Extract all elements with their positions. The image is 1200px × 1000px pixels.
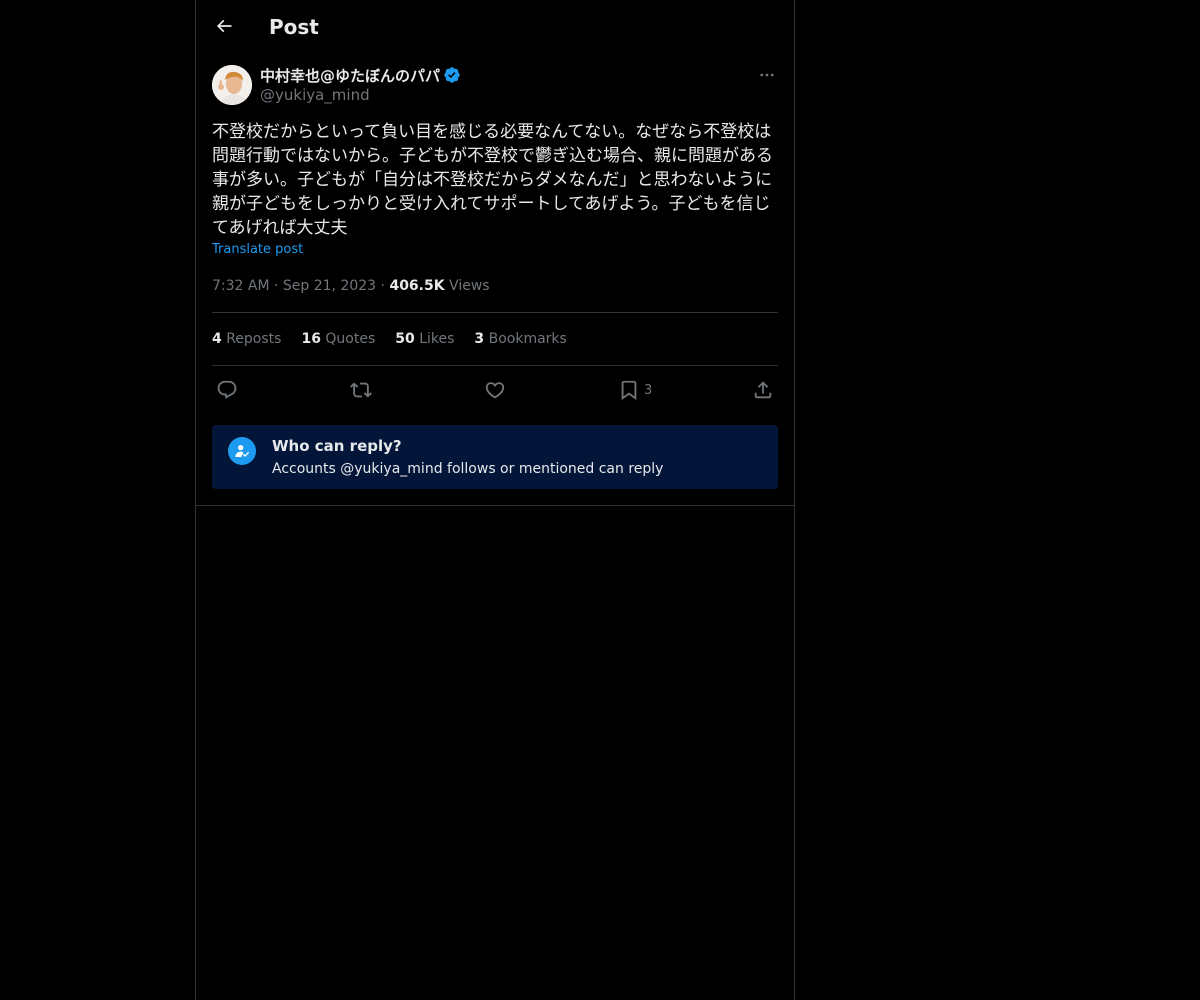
- share-button[interactable]: [752, 374, 774, 406]
- bookmarks-count: 3: [474, 331, 485, 347]
- translate-post-link[interactable]: Translate post: [212, 242, 303, 257]
- avatar-image: [212, 65, 252, 105]
- meta-separator: ·: [274, 278, 279, 294]
- repost-icon: [350, 382, 372, 398]
- user-check-icon: [235, 445, 250, 457]
- action-bar: 3: [212, 374, 778, 406]
- verified-badge-icon[interactable]: [443, 66, 461, 84]
- heart-icon: [485, 382, 505, 399]
- more-icon: [760, 73, 774, 77]
- views-count: 406.5K: [389, 278, 445, 294]
- quotes-stat[interactable]: 16 Quotes: [301, 329, 375, 349]
- arrow-left-icon: [216, 19, 232, 33]
- post: 中村幸也@ゆたぼんのパパ @yukiya_mind 不登校だからといって負い目を…: [212, 64, 778, 489]
- reply-restriction-notice: Who can reply? Accounts @yukiya_mind fol…: [212, 425, 778, 489]
- avatar[interactable]: [212, 65, 252, 105]
- divider: [212, 312, 778, 313]
- bookmark-button[interactable]: 3: [618, 374, 652, 406]
- quotes-count: 16: [301, 331, 321, 347]
- meta-separator: ·: [380, 278, 385, 294]
- bookmark-icon: [621, 380, 637, 401]
- section-divider: [196, 505, 794, 506]
- reposts-count: 4: [212, 331, 222, 347]
- post-text: 不登校だからといって負い目を感じる必要なんてない。なぜなら不登校は問題行動ではな…: [212, 122, 773, 238]
- likes-count: 50: [395, 331, 415, 347]
- reply-button[interactable]: [216, 374, 238, 406]
- views-label: Views: [449, 278, 490, 294]
- like-button[interactable]: [484, 374, 506, 406]
- display-name-wrap: 中村幸也@ゆたぼんのパパ: [260, 64, 461, 86]
- reply-restriction-title: Who can reply?: [272, 437, 402, 455]
- back-button[interactable]: [208, 10, 240, 42]
- reposts-label: Reposts: [226, 331, 282, 347]
- display-name[interactable]: 中村幸也@ゆたぼんのパパ: [260, 65, 440, 86]
- reposts-stat[interactable]: 4 Reposts: [212, 329, 281, 349]
- likes-stat[interactable]: 50 Likes: [395, 329, 454, 349]
- post-stats: 4 Reposts 16 Quotes 50 Likes 3 Bookmarks: [212, 329, 587, 349]
- header: Post: [196, 0, 794, 53]
- likes-label: Likes: [419, 331, 455, 347]
- more-options-button[interactable]: [756, 64, 778, 86]
- repost-button[interactable]: [350, 374, 372, 406]
- post-time[interactable]: 7:32 AM: [212, 278, 270, 294]
- bookmarks-stat[interactable]: 3 Bookmarks: [474, 329, 566, 349]
- post-meta: 7:32 AM · Sep 21, 2023 · 406.5K Views: [212, 276, 490, 296]
- page-title: Post: [269, 15, 319, 39]
- divider: [212, 365, 778, 366]
- reply-restriction-icon: [228, 437, 256, 465]
- bookmark-count: 3: [644, 382, 653, 398]
- reply-restriction-subtitle: Accounts @yukiya_mind follows or mention…: [272, 461, 664, 477]
- quotes-label: Quotes: [325, 331, 376, 347]
- author-handle[interactable]: @yukiya_mind: [260, 86, 370, 104]
- author-row: 中村幸也@ゆたぼんのパパ @yukiya_mind: [212, 64, 778, 108]
- bookmarks-label: Bookmarks: [488, 331, 567, 347]
- reply-icon: [217, 380, 237, 399]
- post-date[interactable]: Sep 21, 2023: [283, 278, 376, 294]
- main-column: Post 中村幸也@ゆたぼんのパパ @yukiya_mind 不登校だからといっ…: [195, 0, 795, 1000]
- share-icon: [754, 381, 772, 399]
